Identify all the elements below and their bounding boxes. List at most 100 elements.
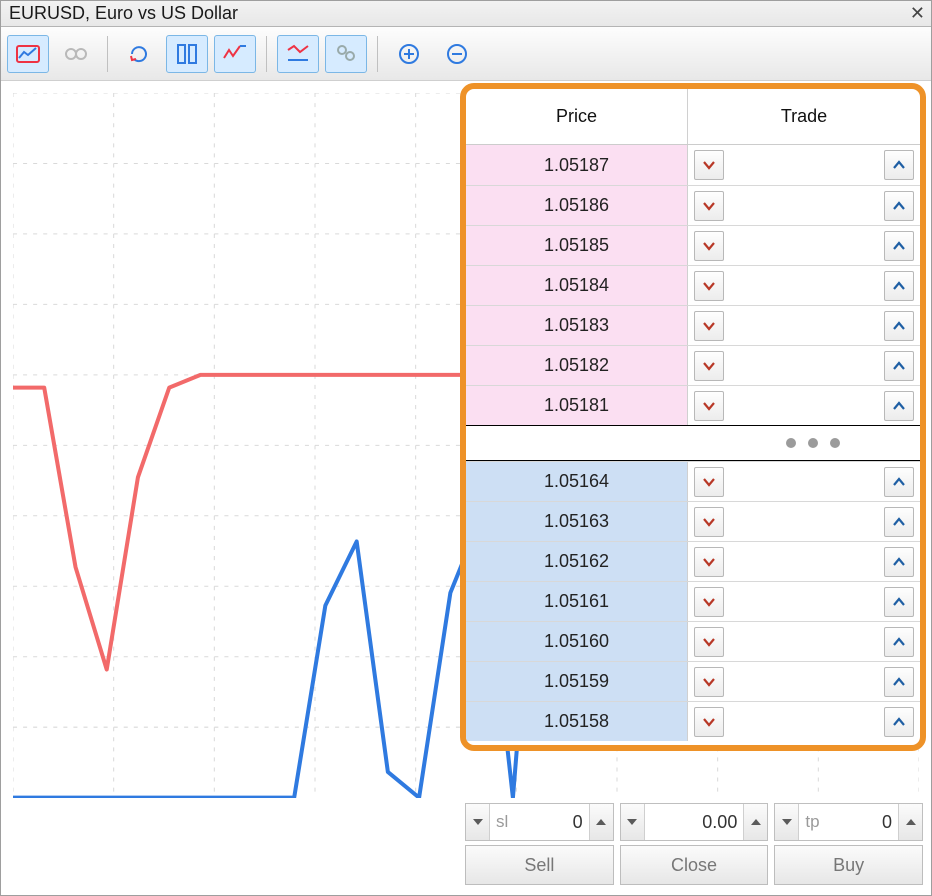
price-cell: 1.05185 bbox=[466, 226, 688, 265]
dom-row-ask: 1.05185 bbox=[466, 225, 920, 265]
sell-at-price-button[interactable] bbox=[694, 351, 724, 381]
trade-cell bbox=[688, 462, 920, 501]
trade-cell bbox=[688, 542, 920, 581]
sell-at-price-button[interactable] bbox=[694, 587, 724, 617]
spread-gap-indicator bbox=[466, 425, 920, 461]
buy-button[interactable]: Buy bbox=[774, 845, 923, 885]
sl-increase-button[interactable] bbox=[589, 804, 613, 840]
sell-at-price-button[interactable] bbox=[694, 627, 724, 657]
dom-row-bid: 1.05164 bbox=[466, 461, 920, 501]
volume-decrease-button[interactable] bbox=[621, 804, 645, 840]
dom-row-ask: 1.05184 bbox=[466, 265, 920, 305]
chart-mode-button[interactable] bbox=[7, 35, 49, 73]
price-cell: 1.05183 bbox=[466, 306, 688, 345]
buy-at-price-button[interactable] bbox=[884, 707, 914, 737]
sl-placeholder: sl bbox=[496, 812, 508, 832]
buy-at-price-button[interactable] bbox=[884, 191, 914, 221]
dom-row-bid: 1.05163 bbox=[466, 501, 920, 541]
spread-icon bbox=[284, 40, 312, 68]
sl-value: 0 bbox=[573, 812, 583, 833]
refresh-button[interactable] bbox=[118, 35, 160, 73]
sell-at-price-button[interactable] bbox=[694, 311, 724, 341]
price-cell: 1.05182 bbox=[466, 346, 688, 385]
price-cell: 1.05181 bbox=[466, 386, 688, 425]
toolbar-separator bbox=[266, 36, 267, 72]
sell-at-price-button[interactable] bbox=[694, 507, 724, 537]
trade-cell bbox=[688, 502, 920, 541]
sell-at-price-button[interactable] bbox=[694, 271, 724, 301]
tp-placeholder: tp bbox=[805, 812, 819, 832]
sell-at-price-button[interactable] bbox=[694, 191, 724, 221]
toolbar-separator bbox=[377, 36, 378, 72]
volume-input[interactable]: 0.00 bbox=[620, 803, 769, 841]
sell-button[interactable]: Sell bbox=[465, 845, 614, 885]
sell-at-price-button[interactable] bbox=[694, 547, 724, 577]
volume-value: 0.00 bbox=[702, 812, 737, 833]
depth-icon bbox=[332, 40, 360, 68]
depth-button[interactable] bbox=[325, 35, 367, 73]
sell-at-price-button[interactable] bbox=[694, 231, 724, 261]
buy-at-price-button[interactable] bbox=[884, 587, 914, 617]
trading-window: EURUSD, Euro vs US Dollar ✕ bbox=[0, 0, 932, 896]
spread-button[interactable] bbox=[277, 35, 319, 73]
sell-at-price-button[interactable] bbox=[694, 150, 724, 180]
trade-cell bbox=[688, 622, 920, 661]
dom-row-bid: 1.05160 bbox=[466, 621, 920, 661]
buy-at-price-button[interactable] bbox=[884, 667, 914, 697]
link-icon bbox=[62, 40, 90, 68]
buy-at-price-button[interactable] bbox=[884, 271, 914, 301]
buy-at-price-button[interactable] bbox=[884, 150, 914, 180]
sell-at-price-button[interactable] bbox=[694, 667, 724, 697]
link-button[interactable] bbox=[55, 35, 97, 73]
buy-at-price-button[interactable] bbox=[884, 231, 914, 261]
buy-at-price-button[interactable] bbox=[884, 311, 914, 341]
dom-header: Price Trade bbox=[466, 89, 920, 145]
trade-cell bbox=[688, 145, 920, 185]
buy-at-price-button[interactable] bbox=[884, 547, 914, 577]
dom-row-ask: 1.05186 bbox=[466, 185, 920, 225]
buy-at-price-button[interactable] bbox=[884, 467, 914, 497]
columns-button[interactable] bbox=[166, 35, 208, 73]
dom-row-bid: 1.05159 bbox=[466, 661, 920, 701]
sell-at-price-button[interactable] bbox=[694, 391, 724, 421]
trade-cell bbox=[688, 702, 920, 741]
dom-row-bid: 1.05158 bbox=[466, 701, 920, 741]
dom-row-ask: 1.05181 bbox=[466, 385, 920, 425]
zoom-in-icon bbox=[395, 40, 423, 68]
zoom-out-button[interactable] bbox=[436, 35, 478, 73]
toolbar-separator bbox=[107, 36, 108, 72]
price-cell: 1.05184 bbox=[466, 266, 688, 305]
price-cell: 1.05187 bbox=[466, 145, 688, 185]
chart-mode-icon bbox=[14, 40, 42, 68]
buy-at-price-button[interactable] bbox=[884, 627, 914, 657]
price-cell: 1.05186 bbox=[466, 186, 688, 225]
zoom-in-button[interactable] bbox=[388, 35, 430, 73]
dom-row-bid: 1.05161 bbox=[466, 581, 920, 621]
sell-at-price-button[interactable] bbox=[694, 467, 724, 497]
trade-cell bbox=[688, 662, 920, 701]
titlebar: EURUSD, Euro vs US Dollar ✕ bbox=[1, 1, 931, 27]
tp-decrease-button[interactable] bbox=[775, 804, 799, 840]
tick-chart-button[interactable] bbox=[214, 35, 256, 73]
buy-at-price-button[interactable] bbox=[884, 351, 914, 381]
sl-decrease-button[interactable] bbox=[466, 804, 490, 840]
buy-at-price-button[interactable] bbox=[884, 507, 914, 537]
trade-cell bbox=[688, 226, 920, 265]
buy-at-price-button[interactable] bbox=[884, 391, 914, 421]
tp-input[interactable]: tp0 bbox=[774, 803, 923, 841]
close-icon[interactable]: ✕ bbox=[910, 3, 925, 24]
depth-of-market-panel: Price Trade 1.051871.051861.051851.05184… bbox=[460, 83, 926, 751]
zoom-out-icon bbox=[443, 40, 471, 68]
sl-input[interactable]: sl 0 bbox=[465, 803, 614, 841]
window-title: EURUSD, Euro vs US Dollar bbox=[9, 3, 238, 24]
close-button[interactable]: Close bbox=[620, 845, 769, 885]
tp-increase-button[interactable] bbox=[898, 804, 922, 840]
trade-cell bbox=[688, 266, 920, 305]
volume-increase-button[interactable] bbox=[743, 804, 767, 840]
price-cell: 1.05160 bbox=[466, 622, 688, 661]
price-cell: 1.05164 bbox=[466, 462, 688, 501]
trade-cell bbox=[688, 346, 920, 385]
trade-cell bbox=[688, 386, 920, 425]
sell-at-price-button[interactable] bbox=[694, 707, 724, 737]
trade-cell bbox=[688, 582, 920, 621]
